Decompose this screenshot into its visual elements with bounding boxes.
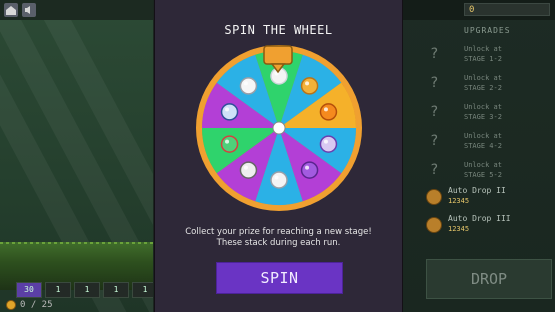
gold-coin-icon [300, 77, 319, 95]
drop-button[interactable]: DROP [426, 259, 552, 299]
white-pearls-icon [270, 171, 288, 189]
auto-drop-row[interactable]: Auto Drop III 12345 [426, 214, 554, 240]
colored-orbs-icon [220, 135, 239, 153]
drop-icon [426, 189, 442, 205]
upgrade-stage: STAGE 2-2 [464, 84, 502, 92]
upgrade-lock-label: Unlock at [464, 132, 502, 140]
upgrade-stage: STAGE 1-2 [464, 55, 502, 63]
question-icon: ? [430, 75, 439, 91]
drop-cost: 12345 [448, 225, 470, 233]
upgrade-row[interactable]: ? Unlock at STAGE 3-2 [422, 100, 550, 126]
home-icon[interactable] [4, 3, 18, 17]
question-icon: ? [430, 104, 439, 120]
item-slot[interactable]: 1 [132, 282, 153, 298]
modal-title: SPIN THE WHEEL [224, 23, 333, 37]
wheel-hub [272, 121, 286, 135]
drop-name: Auto Drop II [448, 186, 506, 195]
upgrade-row[interactable]: ? Unlock at STAGE 1-2 [422, 42, 550, 68]
clock-icon [239, 161, 258, 179]
prize-description: Collect your prize for reaching a new st… [165, 227, 392, 249]
question-icon: ? [430, 46, 439, 62]
item-slot[interactable]: 1 [74, 282, 100, 298]
upgrades-panel: 0 UPGRADES ? Unlock at STAGE 1-2 ? Unlock… [402, 0, 555, 312]
item-slot[interactable]: 1 [45, 282, 71, 298]
question-icon: ? [430, 133, 439, 149]
upgrade-lock-label: Unlock at [464, 74, 502, 82]
spin-button[interactable]: SPIN [216, 262, 343, 294]
gold-value: 0 [469, 5, 475, 15]
sound-icon[interactable] [22, 3, 36, 17]
upgrade-row[interactable]: ? Unlock at STAGE 5-2 [422, 158, 550, 184]
orange-orb-icon [319, 103, 338, 121]
item-slots: 30 1 1 1 1 [16, 282, 153, 298]
question-icon: ? [430, 162, 439, 178]
upgrade-stage: STAGE 3-2 [464, 113, 502, 121]
drop-name: Auto Drop III [448, 214, 511, 223]
coin-icon [6, 300, 16, 310]
top-bar-right: 0 [402, 0, 555, 20]
top-bar-left [0, 0, 153, 20]
upgrade-row[interactable]: ? Unlock at STAGE 4-2 [422, 129, 550, 155]
gold-counter: 0 [464, 3, 550, 16]
upgrade-row[interactable]: ? Unlock at STAGE 2-2 [422, 71, 550, 97]
description-line-1: Collect your prize for reaching a new st… [185, 227, 372, 237]
drop-cost: 12345 [448, 197, 470, 205]
item-slot[interactable]: 1 [103, 282, 129, 298]
blue-egg-icon [220, 103, 239, 121]
item-slot[interactable]: 30 [16, 282, 42, 298]
upgrade-stage: STAGE 4-2 [464, 142, 502, 150]
purple-potion-icon [319, 135, 338, 153]
purple-gem-icon [300, 161, 319, 179]
auto-drop-row[interactable]: Auto Drop II 12345 [426, 186, 554, 212]
white-orb-icon [239, 77, 258, 95]
progress-text: 0 / 25 [20, 300, 53, 310]
wheel-pointer-icon [263, 45, 293, 74]
description-line-2: These stack during each run. [216, 238, 341, 248]
drop-icon [426, 217, 442, 233]
play-area: 30 1 1 1 1 0 / 25 [0, 0, 153, 312]
upgrade-lock-label: Unlock at [464, 45, 502, 53]
upgrade-stage: STAGE 5-2 [464, 171, 502, 179]
upgrade-lock-label: Unlock at [464, 103, 502, 111]
progress-counter: 0 / 25 [6, 300, 53, 310]
upgrade-lock-label: Unlock at [464, 161, 502, 169]
spin-wheel-modal: SPIN THE WHEEL Collect your prize for re… [154, 0, 403, 312]
upgrades-title: UPGRADES [464, 26, 511, 35]
